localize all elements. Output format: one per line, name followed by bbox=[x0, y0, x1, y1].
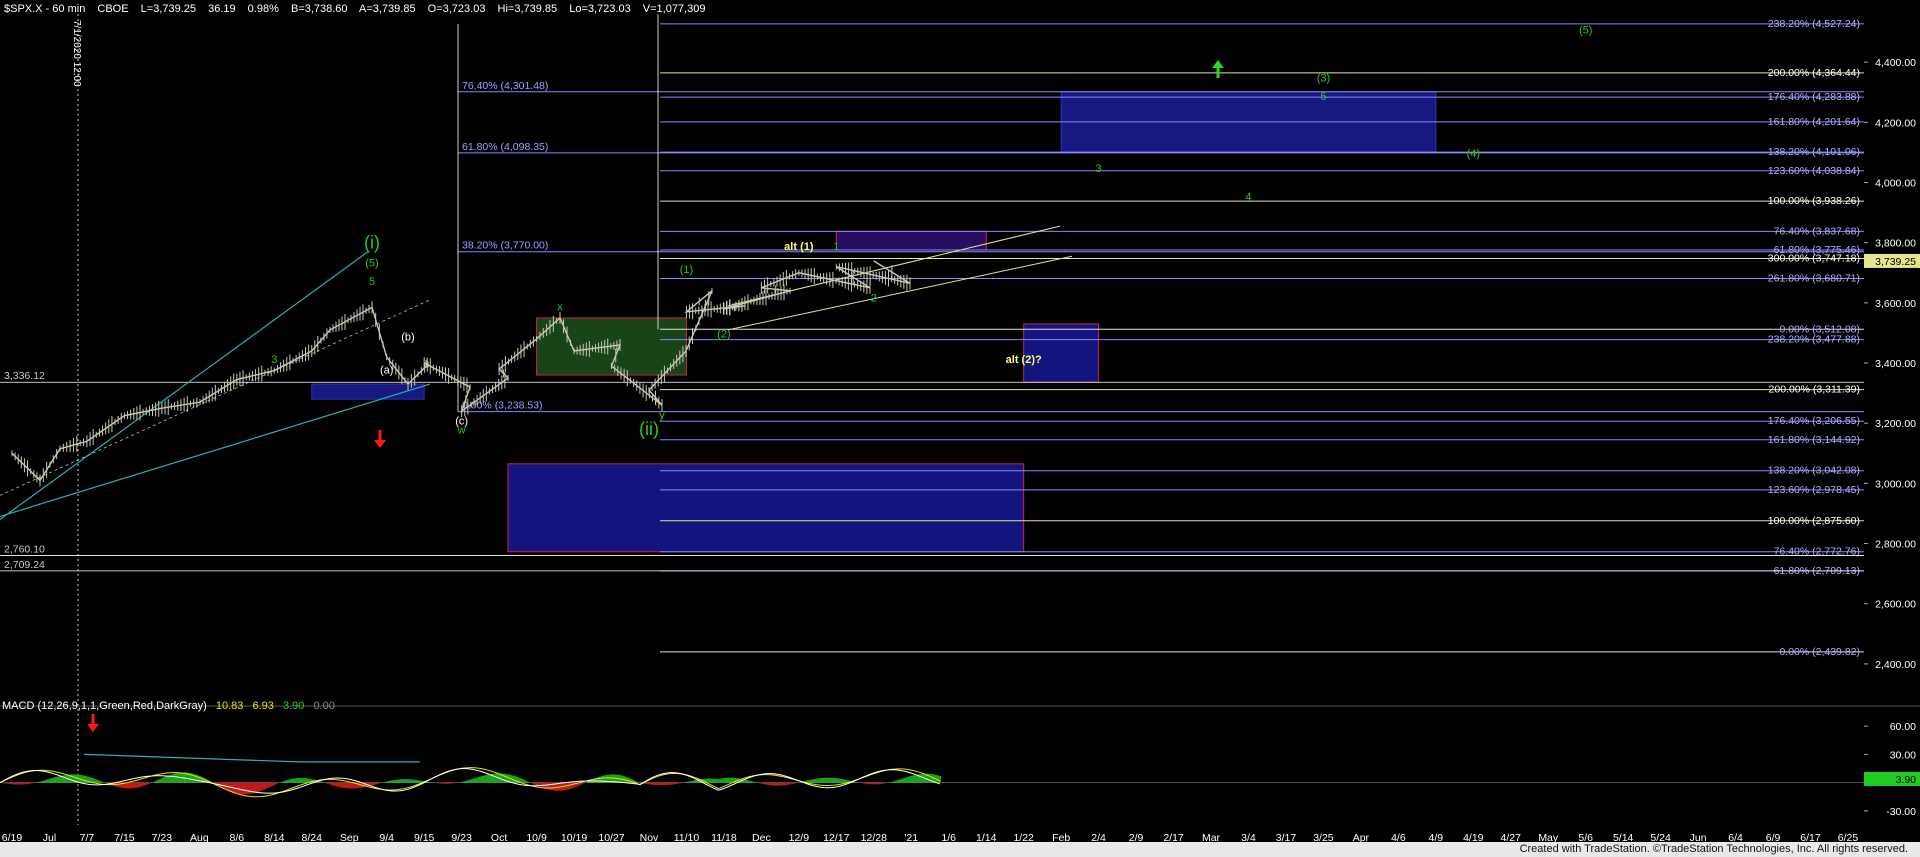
wave-label: 3 bbox=[1096, 163, 1102, 175]
fib-label-right: 176.40% (3,206.55) bbox=[1768, 415, 1860, 427]
price-axis-label: 3,200.00 bbox=[1875, 418, 1916, 430]
chart-background bbox=[0, 0, 1920, 857]
wave-label: (5) bbox=[1579, 25, 1592, 37]
wave-label: alt (2)? bbox=[1006, 354, 1042, 366]
high-price: Hi=3,739.85 bbox=[497, 3, 558, 15]
price-axis-label: 2,600.00 bbox=[1875, 599, 1916, 611]
chart-header: $SPX.X - 60 min CBOE L=3,739.25 36.19 0.… bbox=[4, 3, 714, 17]
last-price-badge-label: 3,739.25 bbox=[1875, 256, 1916, 268]
level-label-left: 3,336.12 bbox=[4, 370, 45, 382]
macd-header: MACD (12,26,9,1,1,Green,Red,DarkGray) 10… bbox=[2, 700, 341, 712]
macd-axis-label: 30.00 bbox=[1890, 749, 1916, 761]
fib-label-right: 238.20% (4,527.24) bbox=[1768, 18, 1860, 30]
fib-label-right: 123.60% (2,978.45) bbox=[1768, 484, 1860, 496]
price-axis-label: 2,800.00 bbox=[1875, 539, 1916, 551]
fib-label-left: 61.80% (4,098.35) bbox=[462, 141, 548, 153]
wave-label: (a) bbox=[380, 365, 393, 377]
macd-value-badge-label: 3.90 bbox=[1896, 774, 1917, 786]
wave-label: x bbox=[557, 301, 563, 313]
fib-label-right: 200.00% (3,311.39) bbox=[1769, 384, 1860, 396]
level-label-left: 2,760.10 bbox=[4, 544, 45, 556]
fib-label-right: 161.80% (3,144.92) bbox=[1768, 434, 1860, 446]
wave-label: 2 bbox=[871, 292, 877, 304]
fib-label-right: 0.00% (2,439.82) bbox=[1779, 646, 1860, 658]
fib-label-right: 238.20% (3,477.88) bbox=[1768, 334, 1860, 346]
zero-value: 0.00 bbox=[313, 700, 335, 712]
wave-label: 5 bbox=[369, 276, 375, 288]
bid-price: B=3,738.60 bbox=[290, 3, 348, 15]
low-price: Lo=3,723.03 bbox=[569, 3, 631, 15]
hist-value: 3.90 bbox=[282, 700, 305, 712]
price-axis-label: 3,400.00 bbox=[1875, 358, 1916, 370]
price-axis-label: 4,000.00 bbox=[1875, 177, 1916, 189]
macd-value: 10.83 bbox=[215, 700, 244, 712]
level-label-left: 2,709.24 bbox=[4, 559, 45, 571]
ask-price: A=3,739.85 bbox=[358, 3, 416, 15]
price-chart[interactable]: 238.20% (4,527.24)200.00% (4,364.44)176.… bbox=[0, 0, 1920, 857]
fib-label-right: 123.60% (4,038.84) bbox=[1768, 165, 1860, 177]
fib-label-left: 76.40% (4,301.48) bbox=[462, 80, 548, 92]
price-axis-label: 4,400.00 bbox=[1875, 57, 1916, 69]
wave-label: (5) bbox=[365, 258, 378, 270]
price-axis-label: 4,200.00 bbox=[1875, 117, 1916, 129]
symbol-label: $SPX.X - 60 min bbox=[4, 3, 86, 15]
wave-label: (4) bbox=[1467, 148, 1480, 160]
wave-label: (i) bbox=[364, 233, 380, 253]
wave-label: y bbox=[659, 410, 665, 422]
fib-label-right: 138.20% (4,101.06) bbox=[1768, 146, 1860, 158]
wave-label: w bbox=[457, 425, 466, 437]
fib-label-right: 100.00% (2,875.60) bbox=[1768, 515, 1860, 527]
percent-change: 0.98% bbox=[247, 3, 279, 15]
fib-label-right: 261.80% (3,680.71) bbox=[1768, 273, 1860, 285]
fib-label-right: 300.00% (3,747.18) bbox=[1768, 253, 1860, 265]
price-axis-label: 3,000.00 bbox=[1875, 478, 1916, 490]
macd-label: MACD (12,26,9,1,1,Green,Red,DarkGray) bbox=[2, 700, 207, 712]
lower-support-zone bbox=[507, 463, 1025, 553]
fib-label-right: 138.20% (3,042.08) bbox=[1768, 465, 1860, 477]
price-axis-label: 3,800.00 bbox=[1875, 238, 1916, 250]
price-axis-label: 3,600.00 bbox=[1875, 298, 1916, 310]
wave-label: 3 bbox=[271, 354, 277, 366]
fib-label-right: 176.40% (4,283.88) bbox=[1768, 91, 1860, 103]
fib-label-right: 200.00% (4,364.44) bbox=[1768, 67, 1860, 79]
wave-label: 1 bbox=[833, 241, 839, 253]
volume: V=1,077,309 bbox=[642, 3, 706, 15]
wave-label: (ii) bbox=[639, 419, 659, 439]
wave-label: (b) bbox=[401, 331, 414, 343]
net-change: 36.19 bbox=[208, 3, 236, 15]
fib-label-right: 76.40% (3,837.68) bbox=[1774, 225, 1860, 237]
red-target-zone bbox=[835, 230, 987, 251]
signal-value: 6.93 bbox=[252, 700, 274, 712]
price-axis-label: 2,400.00 bbox=[1875, 659, 1916, 671]
last-price: L=3,739.25 bbox=[140, 3, 197, 15]
wave-label: (3) bbox=[1317, 73, 1330, 85]
date-marker-label: 7/1/2020 12:00 bbox=[71, 20, 82, 87]
open-price: O=3,723.03 bbox=[427, 3, 486, 15]
wave-label: (1) bbox=[680, 264, 693, 276]
wave-label: (2) bbox=[717, 328, 730, 340]
macd-axis-label: -30.00 bbox=[1886, 806, 1916, 818]
wave-label: 4 bbox=[1245, 192, 1251, 204]
macd-axis-label: 60.00 bbox=[1890, 721, 1916, 733]
wave-label: 5 bbox=[1320, 91, 1326, 103]
footer-credit: Created with TradeStation. ©TradeStation… bbox=[1519, 843, 1908, 855]
exchange-label: CBOE bbox=[97, 3, 129, 15]
wave-label: alt (1) bbox=[784, 241, 814, 253]
fib-label-left: 38.20% (3,770.00) bbox=[462, 240, 548, 252]
fib-label-right: 161.80% (4,201.64) bbox=[1768, 116, 1860, 128]
fib-label-right: 100.00% (3,938.26) bbox=[1768, 195, 1860, 207]
